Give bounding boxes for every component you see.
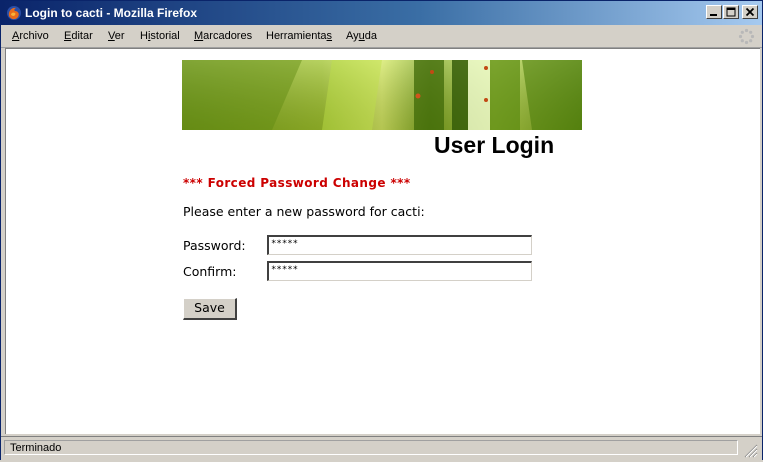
menu-editar[interactable]: Editar bbox=[64, 29, 93, 43]
status-bar: Terminado bbox=[1, 436, 762, 460]
firefox-icon bbox=[6, 5, 22, 21]
maximize-button[interactable] bbox=[723, 5, 739, 19]
menu-marcadores[interactable]: Marcadores bbox=[194, 29, 252, 43]
confirm-password-field[interactable]: ***** bbox=[267, 261, 532, 281]
menu-bar: Archivo Editar Ver Historial Marcadores … bbox=[1, 25, 762, 48]
status-text: Terminado bbox=[4, 440, 738, 455]
page-content: User Login *** Forced Password Change **… bbox=[5, 48, 760, 434]
minimize-button[interactable] bbox=[706, 5, 722, 19]
menu-archivo[interactable]: Archivo bbox=[12, 29, 49, 43]
banner-image bbox=[182, 60, 582, 130]
title-bar[interactable]: Login to cacti - Mozilla Firefox bbox=[1, 1, 762, 25]
window-title: Login to cacti - Mozilla Firefox bbox=[25, 6, 198, 20]
password-label: Password: bbox=[183, 238, 246, 253]
password-field[interactable]: ***** bbox=[267, 235, 532, 255]
menu-ver[interactable]: Ver bbox=[108, 29, 125, 43]
instructions-text: Please enter a new password for cacti: bbox=[183, 204, 425, 219]
throbber-icon bbox=[738, 28, 755, 45]
save-button[interactable]: Save bbox=[183, 298, 237, 320]
browser-window: Login to cacti - Mozilla Firefox Archivo… bbox=[0, 0, 763, 460]
forced-password-notice: *** Forced Password Change *** bbox=[183, 176, 411, 190]
menu-historial[interactable]: Historial bbox=[140, 29, 180, 43]
page-title: User Login bbox=[434, 132, 555, 158]
resize-grip-icon[interactable] bbox=[742, 442, 758, 458]
close-button[interactable] bbox=[742, 5, 758, 19]
menu-herramientas[interactable]: Herramientas bbox=[266, 29, 332, 43]
menu-ayuda[interactable]: Ayuda bbox=[346, 29, 377, 43]
confirm-label: Confirm: bbox=[183, 264, 237, 279]
